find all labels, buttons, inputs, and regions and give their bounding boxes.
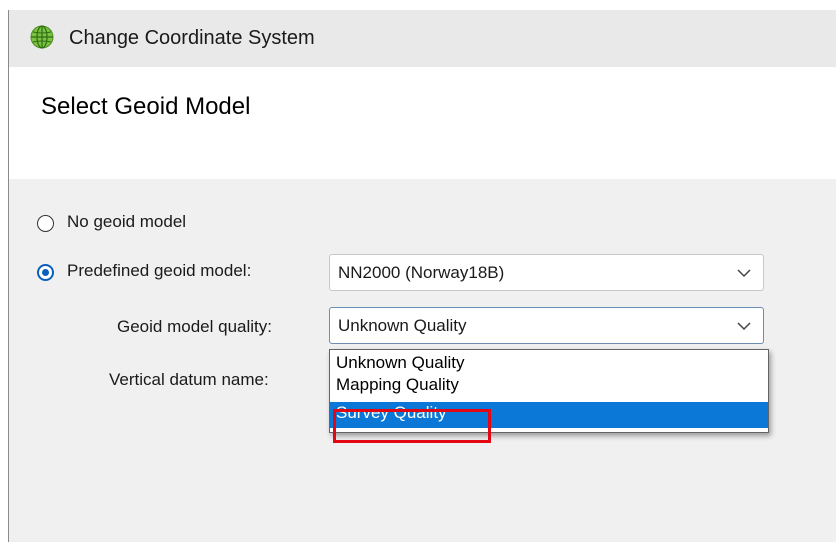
geoid-quality-value: Unknown Quality bbox=[338, 316, 467, 335]
dialog-window: Change Coordinate System Select Geoid Mo… bbox=[8, 10, 836, 542]
title-bar: Change Coordinate System bbox=[9, 10, 836, 67]
chevron-down-icon[interactable] bbox=[737, 321, 751, 331]
chevron-down-icon[interactable] bbox=[737, 268, 751, 278]
predefined-geoid-radio[interactable] bbox=[37, 264, 54, 281]
vertical-datum-label: Vertical datum name: bbox=[109, 370, 269, 389]
geoid-model-select[interactable]: NN2000 (Norway18B) bbox=[329, 254, 764, 291]
no-geoid-label[interactable]: No geoid model bbox=[67, 212, 186, 232]
predefined-geoid-label[interactable]: Predefined geoid model: bbox=[67, 261, 251, 281]
geoid-quality-label: Geoid model quality: bbox=[117, 317, 272, 336]
geoid-model-value: NN2000 (Norway18B) bbox=[338, 263, 505, 282]
annotation-highlight-box bbox=[333, 409, 491, 443]
window-title: Change Coordinate System bbox=[69, 27, 315, 49]
globe-icon bbox=[30, 25, 54, 49]
no-geoid-radio[interactable] bbox=[37, 215, 54, 232]
page-title: Select Geoid Model bbox=[41, 93, 251, 120]
dropdown-option-mapping-quality[interactable]: Mapping Quality bbox=[330, 374, 768, 400]
geoid-quality-select[interactable]: Unknown Quality bbox=[329, 307, 764, 344]
header-panel: Select Geoid Model bbox=[9, 67, 836, 179]
